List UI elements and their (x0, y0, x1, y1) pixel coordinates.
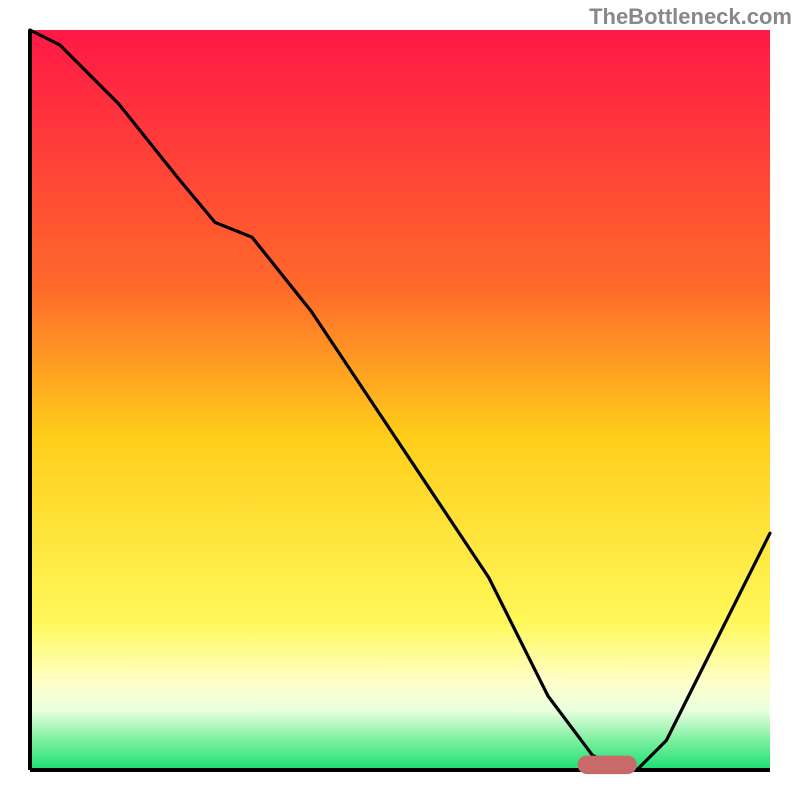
optimal-marker (578, 756, 637, 775)
bottleneck-chart (0, 0, 800, 800)
chart-container: TheBottleneck.com (0, 0, 800, 800)
watermark-text: TheBottleneck.com (589, 4, 792, 30)
plot-background (30, 30, 770, 770)
